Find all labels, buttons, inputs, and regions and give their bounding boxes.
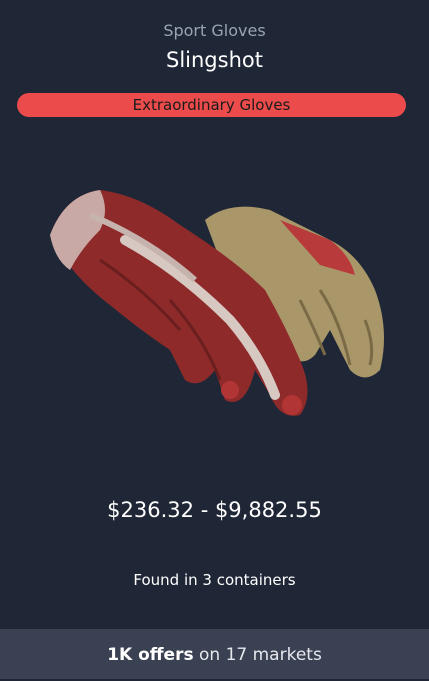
rarity-badge: Extraordinary Gloves (17, 93, 406, 117)
offers-count: 1K offers (107, 645, 194, 665)
containers-link[interactable]: Found in 3 containers (0, 569, 429, 591)
item-card[interactable]: Sport Gloves Slingshot Extraordinary Glo… (0, 0, 429, 679)
price-range: $236.32 - $9,882.55 (107, 498, 322, 522)
rarity-label: Extraordinary Gloves (132, 96, 291, 114)
gloves-image[interactable] (30, 180, 400, 430)
markets-count: on 17 markets (199, 645, 322, 665)
weapon-name: Sport Gloves (163, 21, 266, 40)
skin-name: Slingshot (166, 48, 263, 72)
offers-footer[interactable]: 1K offers on 17 markets (0, 629, 429, 679)
